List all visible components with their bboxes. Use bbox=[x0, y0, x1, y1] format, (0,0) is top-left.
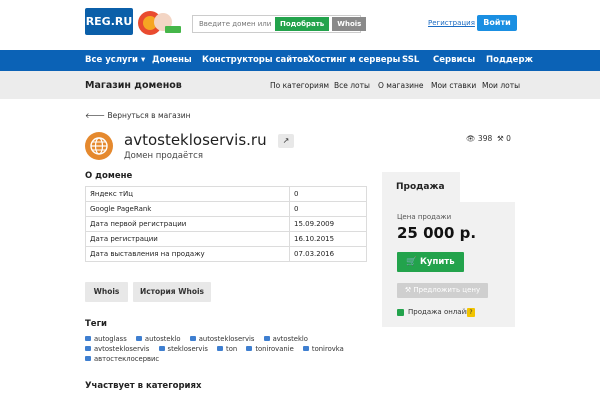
tag-item[interactable]: autoglass bbox=[85, 334, 127, 344]
logo-text: REG.RU bbox=[85, 15, 133, 28]
domain-search-input[interactable] bbox=[193, 20, 273, 28]
row-label: Дата регистрации bbox=[85, 231, 290, 247]
back-link-label: Вернуться в магазин bbox=[107, 111, 191, 120]
nav-ssl[interactable]: SSL bbox=[402, 50, 419, 71]
tag-item[interactable]: autosteklo bbox=[135, 334, 181, 344]
tag-icon bbox=[217, 346, 224, 351]
table-row: Google PageRank 0 bbox=[85, 201, 367, 217]
tag-item[interactable]: ton bbox=[217, 344, 237, 354]
tags-title: Теги bbox=[85, 319, 107, 329]
tag-item[interactable]: stekloservis bbox=[158, 344, 208, 354]
online-sale-checkbox[interactable] bbox=[397, 309, 404, 316]
tag-item[interactable]: avtosteklo bbox=[263, 334, 308, 344]
subnav-about-shop[interactable]: О магазине bbox=[378, 81, 423, 90]
views-counter: 👁 398 bbox=[466, 134, 492, 143]
arrow-left-icon: 🡐 bbox=[85, 111, 106, 120]
about-domain-title: О домене bbox=[85, 171, 133, 181]
tag-icon bbox=[246, 346, 253, 351]
table-row: Яндекс тИц 0 bbox=[85, 186, 367, 202]
buy-button-label: Купить bbox=[419, 257, 455, 267]
tag-icon bbox=[85, 346, 91, 351]
price-label: Цена продажи bbox=[397, 213, 452, 221]
tag-icon bbox=[85, 356, 91, 361]
tag-icon bbox=[189, 336, 196, 341]
register-link[interactable]: Регистрация bbox=[428, 19, 475, 27]
categories-title: Участвует в категориях bbox=[85, 381, 202, 391]
subnav-my-lots[interactable]: Мои лоты bbox=[482, 81, 520, 90]
row-value: 0 bbox=[289, 201, 367, 217]
main-nav: Все услуги ▾ Домены Конструкторы сайтов … bbox=[0, 50, 600, 71]
header-whois-button[interactable]: Whois bbox=[332, 17, 367, 31]
whois-history-button[interactable]: История Whois bbox=[133, 282, 211, 302]
tag-item[interactable]: tonirovka bbox=[302, 344, 344, 354]
tag-item[interactable]: tonirovanie bbox=[246, 344, 294, 354]
row-label: Google PageRank bbox=[85, 201, 290, 217]
nav-support[interactable]: Поддерж bbox=[486, 50, 533, 71]
eye-icon: 👁 bbox=[466, 134, 476, 143]
bids-count: 0 bbox=[506, 134, 511, 143]
open-external-icon[interactable]: ↗ bbox=[278, 134, 294, 148]
help-icon[interactable]: ? bbox=[467, 308, 475, 317]
domain-name: avtostekloservis.ru bbox=[124, 131, 267, 149]
tag-icon bbox=[135, 336, 142, 341]
shop-title: Магазин доменов bbox=[85, 80, 182, 91]
price-value: 25 000 р. bbox=[397, 224, 477, 242]
row-label: Дата первой регистрации bbox=[85, 216, 290, 232]
row-label: Яндекс тИц bbox=[85, 186, 290, 202]
table-row: Дата выставления на продажу 07.03.2016 bbox=[85, 246, 367, 262]
regru-logo[interactable]: REG.RU bbox=[85, 8, 133, 35]
nav-domains[interactable]: Домены bbox=[152, 50, 192, 71]
nav-all-services[interactable]: Все услуги ▾ bbox=[85, 50, 145, 71]
gavel-icon: ⚒ bbox=[497, 134, 504, 143]
table-row: Дата регистрации 16.10.2015 bbox=[85, 231, 367, 247]
anniversary-badge-icon bbox=[135, 8, 185, 38]
nav-hosting[interactable]: Хостинг и серверы bbox=[308, 50, 400, 71]
tag-icon bbox=[85, 336, 91, 341]
login-button[interactable]: Войти bbox=[477, 15, 517, 31]
views-count: 398 bbox=[477, 134, 493, 143]
row-value: 0 bbox=[289, 186, 367, 202]
offer-button-label: Предложить цену bbox=[413, 286, 481, 294]
row-value: 16.10.2015 bbox=[289, 231, 367, 247]
nav-site-builders[interactable]: Конструкторы сайтов bbox=[202, 50, 308, 71]
pick-domain-button[interactable]: Подобрать bbox=[275, 17, 330, 31]
back-to-shop-link[interactable]: 🡐 Вернуться в магазин bbox=[85, 111, 191, 120]
whois-button[interactable]: Whois bbox=[85, 282, 128, 302]
table-row: Дата первой регистрации 15.09.2009 bbox=[85, 216, 367, 232]
tag-icon bbox=[158, 346, 165, 351]
domain-search-box: Подобрать Whois bbox=[192, 15, 367, 33]
cart-icon: 🛒 bbox=[406, 257, 417, 267]
nav-services[interactable]: Сервисы bbox=[433, 50, 475, 71]
globe-icon bbox=[85, 132, 113, 160]
row-value: 07.03.2016 bbox=[289, 246, 367, 262]
subnav-my-bids[interactable]: Мои ставки bbox=[431, 81, 476, 90]
domain-status: Домен продаётся bbox=[124, 151, 203, 161]
domain-info-table: Яндекс тИц 0 Google PageRank 0 Дата первой… bbox=[85, 186, 367, 262]
tag-icon bbox=[302, 346, 309, 351]
bids-counter: ⚒ 0 bbox=[497, 134, 511, 143]
online-sale-label: Продажа онлайн bbox=[408, 308, 471, 316]
subnav-all-lots[interactable]: Все лоты bbox=[334, 81, 370, 90]
tag-item[interactable]: автостеклосервис bbox=[85, 354, 159, 364]
row-value: 15.09.2009 bbox=[289, 216, 367, 232]
tag-icon bbox=[263, 336, 270, 341]
sale-tab[interactable]: Продажа bbox=[382, 172, 460, 202]
tag-item[interactable]: avtostekloservis bbox=[85, 344, 149, 354]
offer-price-button[interactable]: ⚒ Предложить цену bbox=[397, 283, 488, 298]
buy-button[interactable]: 🛒 Купить bbox=[397, 252, 464, 272]
tag-item[interactable]: autostekloservis bbox=[189, 334, 254, 344]
gavel-icon: ⚒ bbox=[404, 286, 412, 294]
tags-list: autoglass autosteklo autostekloservis av… bbox=[85, 334, 375, 364]
subnav-by-category[interactable]: По категориям bbox=[270, 81, 329, 90]
row-label: Дата выставления на продажу bbox=[85, 246, 290, 262]
